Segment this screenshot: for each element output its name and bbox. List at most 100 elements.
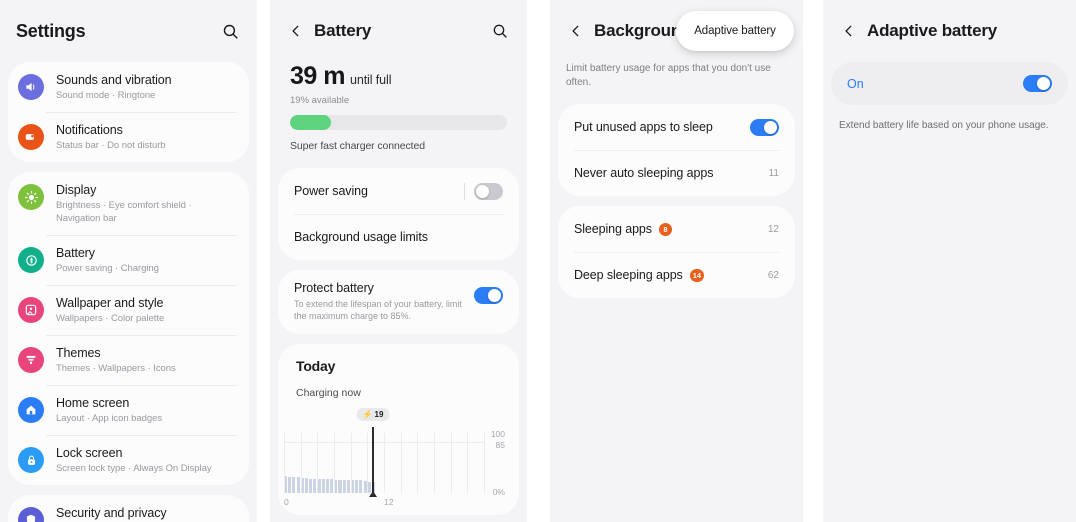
row-label: Put unused apps to sleep xyxy=(574,120,713,134)
row-protect-battery[interactable]: Protect battery To extend the lifespan o… xyxy=(278,270,519,334)
adaptive-battery-popup[interactable]: Adaptive battery xyxy=(676,11,794,51)
adaptive-battery-state-label: On xyxy=(847,76,864,91)
chart-bar xyxy=(292,477,296,493)
chart-plot-area: ⚡ 19 xyxy=(284,408,485,497)
sidebar-item-lock-screen[interactable]: Lock screen Screen lock type · Always On… xyxy=(8,435,249,485)
chart-bar xyxy=(325,479,329,493)
chart-gridline xyxy=(467,433,469,493)
chevron-left-icon[interactable] xyxy=(286,21,306,41)
sidebar-item-notifications[interactable]: Notifications Status bar · Do not distur… xyxy=(8,112,249,162)
row-deep-sleeping-apps[interactable]: Deep sleeping apps 14 62 xyxy=(558,252,795,298)
sidebar-item-battery[interactable]: Battery Power saving · Charging xyxy=(8,235,249,285)
row-power-saving[interactable]: Power saving xyxy=(278,168,519,214)
row-put-unused-apps-to-sleep[interactable]: Put unused apps to sleep xyxy=(558,104,795,150)
sidebar-item-themes[interactable]: Themes Themes · Wallpapers · Icons xyxy=(8,335,249,385)
settings-screen: Settings Sounds and vibration Sound mode… xyxy=(0,0,257,522)
toggle-knob xyxy=(476,184,489,198)
protect-battery-toggle[interactable] xyxy=(474,287,503,304)
y-tick-0: 0% xyxy=(492,487,505,497)
chart-bar xyxy=(296,477,300,493)
charger-status: Super fast charger connected xyxy=(290,140,425,152)
lock-icon xyxy=(18,447,44,473)
chart-gridline xyxy=(334,433,335,493)
chart-gridline xyxy=(384,433,385,493)
search-icon[interactable] xyxy=(489,20,511,42)
chart-marker-label: ⚡ 19 xyxy=(356,408,390,421)
sidebar-item-display[interactable]: Display Brightness · Eye comfort shield … xyxy=(8,172,249,235)
sidebar-item-label: Themes xyxy=(56,346,101,360)
sidebar-item-sounds-and-vibration[interactable]: Sounds and vibration Sound mode · Ringto… xyxy=(8,62,249,112)
chevron-left-icon[interactable] xyxy=(839,21,859,41)
chevron-left-icon[interactable] xyxy=(566,21,586,41)
adaptive-battery-toggle-card[interactable]: On xyxy=(831,62,1068,105)
sidebar-item-label: Sounds and vibration xyxy=(56,73,172,87)
notification-icon xyxy=(18,124,44,150)
sidebar-item-sublabel: Screen lock type · Always On Display xyxy=(56,463,212,474)
today-status: Charging now xyxy=(296,387,361,399)
sidebar-item-security-and-privacy[interactable]: Security and privacy xyxy=(8,495,249,522)
chart-y-axis: 100 85 0% xyxy=(475,429,505,497)
settings-group-3: Security and privacy xyxy=(8,495,249,522)
chart-gridline xyxy=(450,433,452,493)
y-tick-85: 85 xyxy=(495,440,505,450)
sidebar-item-label: Notifications xyxy=(56,123,123,137)
chart-marker-value: 19 xyxy=(374,410,384,419)
chart-bar xyxy=(313,478,317,493)
settings-header: Settings xyxy=(0,0,257,62)
put-unused-apps-to-sleep-toggle[interactable] xyxy=(750,118,779,136)
battery-history-chart: ⚡ 19 0 12 100 85 0% xyxy=(278,408,519,515)
brightness-icon xyxy=(18,184,44,210)
speaker-icon xyxy=(18,74,44,100)
sidebar-item-sublabel: Themes · Wallpapers · Icons xyxy=(56,363,176,374)
today-usage-card: Today Charging now ⚡ 19 0 12 100 85 0% xyxy=(278,344,519,515)
protect-battery-card: Protect battery To extend the lifespan o… xyxy=(278,270,519,334)
toggle-knob xyxy=(764,120,777,134)
row-sublabel: To extend the lifespan of your battery, … xyxy=(294,299,462,321)
toggle-divider xyxy=(464,182,465,200)
chart-gridline xyxy=(350,433,352,493)
sidebar-item-label: Display xyxy=(56,183,97,197)
bul-group-2: Sleeping apps 8 12 Deep sleeping apps 14… xyxy=(558,206,795,298)
chart-bar xyxy=(359,480,363,493)
settings-group-1: Sounds and vibration Sound mode · Ringto… xyxy=(8,62,249,162)
battery-options-card: Power saving Background usage limits xyxy=(278,168,519,260)
power-saving-toggle[interactable] xyxy=(474,182,503,200)
adaptive-battery-screen: Adaptive battery On Extend battery life … xyxy=(823,0,1076,522)
sidebar-item-label: Home screen xyxy=(56,396,130,410)
sidebar-item-home-screen[interactable]: Home screen Layout · App icon badges xyxy=(8,385,249,435)
time-until-full: 39 m until full xyxy=(290,62,507,91)
sidebar-item-sublabel: Status bar · Do not disturb xyxy=(56,140,166,151)
chart-now-marker: ⚡ 19 xyxy=(356,408,390,497)
row-label: Sleeping apps xyxy=(574,222,652,236)
sidebar-item-wallpaper-and-style[interactable]: Wallpaper and style Wallpapers · Color p… xyxy=(8,285,249,335)
status-badge: 8 xyxy=(658,222,672,236)
adaptive-battery-description: Extend battery life based on your phone … xyxy=(839,120,1049,131)
bolt-icon: ⚡ xyxy=(362,410,373,419)
chart-x-axis: 0 12 xyxy=(284,497,484,511)
adaptive-battery-toggle[interactable] xyxy=(1023,75,1052,92)
chart-bar xyxy=(309,478,313,493)
sidebar-item-sublabel: Sound mode · Ringtone xyxy=(56,90,156,101)
row-never-auto-sleeping-apps[interactable]: Never auto sleeping apps 11 xyxy=(558,150,795,196)
row-background-usage-limits[interactable]: Background usage limits xyxy=(278,214,519,260)
chart-gridline xyxy=(284,433,285,493)
status-badge: 14 xyxy=(689,268,705,282)
chart-bar xyxy=(363,481,367,493)
page-title: Adaptive battery xyxy=(867,21,998,40)
row-label: Background usage limits xyxy=(294,230,428,244)
row-sleeping-apps[interactable]: Sleeping apps 8 12 xyxy=(558,206,795,252)
chart-bar xyxy=(330,479,334,493)
wallpaper-icon xyxy=(18,297,44,323)
sidebar-item-label: Security and privacy xyxy=(56,506,167,520)
toggle-knob xyxy=(488,289,501,302)
search-icon[interactable] xyxy=(219,20,241,42)
chart-bar xyxy=(346,479,350,493)
row-label: Protect battery xyxy=(294,281,374,295)
page-title: Settings xyxy=(16,20,86,41)
row-count: 12 xyxy=(767,223,779,235)
chart-bar xyxy=(342,479,346,493)
chart-bar xyxy=(321,479,325,493)
x-tick-12: 12 xyxy=(384,497,394,507)
page-title: Battery xyxy=(314,21,372,40)
time-suffix: until full xyxy=(349,73,392,87)
